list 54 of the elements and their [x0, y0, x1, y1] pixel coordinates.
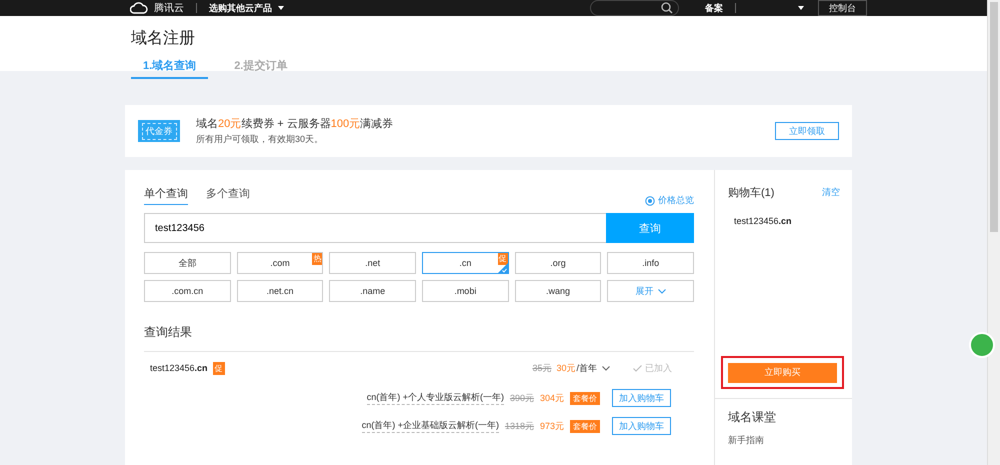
floating-circle-badge[interactable]: [969, 332, 995, 358]
cart-item: test123456.cn: [733, 215, 793, 226]
original-price: 390元: [510, 392, 534, 404]
domain-suffix-option[interactable]: .name: [329, 280, 416, 302]
bundle-name: cn(首年) +企业基础版云解析(一年): [362, 419, 499, 433]
corner-check-icon: [498, 263, 508, 273]
scrollbar-thumb[interactable]: [990, 2, 998, 232]
price-period-selector[interactable]: /首年: [576, 362, 597, 374]
corner-badge: 热: [312, 253, 322, 265]
scrollbar[interactable]: [987, 0, 1000, 465]
cart-title: 购物车(1): [728, 186, 774, 200]
target-circle-icon: [645, 196, 655, 206]
caret-icon[interactable]: [798, 6, 804, 10]
guide-link[interactable]: 新手指南: [728, 434, 839, 446]
domain-input[interactable]: test123456: [144, 213, 606, 243]
added-status: 已加入: [633, 362, 672, 374]
page-title: 域名注册: [131, 28, 196, 49]
bundle-name: cn(首年) +个人专业版云解析(一年): [366, 391, 504, 405]
original-price: 1318元: [504, 420, 534, 432]
nav-link[interactable]: 备案: [705, 2, 723, 14]
bundle-price: 973元: [540, 420, 564, 432]
console-button[interactable]: 控制台: [818, 0, 867, 16]
domain-suffix-option[interactable]: .org: [514, 252, 602, 274]
original-price: 35元: [532, 362, 552, 374]
promo-badge: 促: [212, 362, 225, 374]
bundle-tag: 套餐价: [570, 420, 600, 432]
product-menu[interactable]: 选购其他云产品: [209, 2, 284, 14]
course-title: 域名课堂: [728, 408, 777, 426]
domain-suffix-option[interactable]: 全部: [144, 252, 231, 274]
domain-suffix-option[interactable]: .com 热: [236, 252, 324, 274]
domain-suffix-option[interactable]: .net.cn: [236, 280, 324, 302]
logo-text[interactable]: 腾讯云: [154, 1, 184, 15]
bundle-tag: 套餐价: [570, 392, 600, 404]
coupon-badge: 代金券: [138, 120, 180, 142]
domain-name: test123456.cn: [150, 363, 208, 373]
sale-price: 30元: [556, 362, 576, 374]
chevron-down-icon: [658, 288, 666, 294]
domain-suffix-option[interactable]: .info: [607, 252, 694, 274]
search-icon: [661, 2, 673, 14]
search-mode-tab[interactable]: 单个查询: [144, 186, 188, 205]
domain-suffix-option[interactable]: .net: [329, 252, 416, 274]
domain-suffix-option[interactable]: .mobi: [422, 280, 509, 302]
search-mode-tab[interactable]: 多个查询: [206, 186, 250, 205]
caret-icon: [278, 6, 284, 10]
promo-headline: 域名20元续费券 + 云服务器100元满减券: [196, 117, 394, 131]
chevron-down-icon: [602, 366, 610, 370]
domain-suffix-option[interactable]: .com.cn: [144, 280, 231, 302]
bundle-price: 304元: [540, 392, 564, 404]
domain-suffix-option[interactable]: .wang: [514, 280, 602, 302]
cloud-logo-icon: [130, 2, 148, 14]
results-title: 查询结果: [144, 324, 694, 352]
domain-suffix-option[interactable]: .cn 促: [422, 252, 509, 274]
promo-note: 所有用户可领取，有效期30天。: [196, 133, 324, 146]
check-icon: [633, 364, 642, 372]
